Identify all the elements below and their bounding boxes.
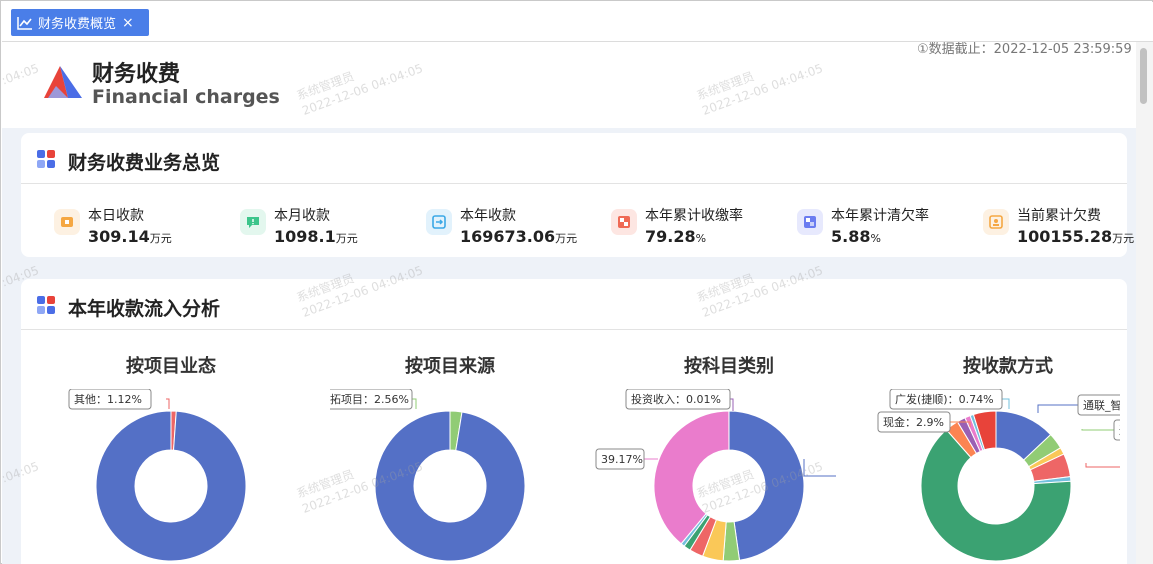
section-grid-icon <box>37 296 55 314</box>
stat-label: 当前累计欠费 <box>1017 208 1101 224</box>
refresh-icon <box>426 209 452 235</box>
slice-label: 通联_智 <box>1081 419 1136 441</box>
overview-card: 财务收费业务总览 本日收款 309.14万元 本月收款 1098.1万元 本年收款 169… <box>21 133 1134 257</box>
stat-unit: % <box>695 232 707 245</box>
donut-svg: 广发(捷顺)：0.74% 现金：2.9% 通联_智能POS机通联_智 POS <box>877 388 1136 562</box>
label-text: 通联_智 <box>1119 423 1120 437</box>
stat-label: 本年累计收缴率 <box>645 208 743 224</box>
label-leader-line <box>803 459 854 477</box>
stat-value: 5.88% <box>831 227 881 246</box>
stat-value: 309.14万元 <box>88 227 172 246</box>
label-text: 外拓项目：2.56% <box>330 392 409 406</box>
label-text: 广发(捷顺)：0.74% <box>895 392 994 406</box>
scrollbar-thumb[interactable] <box>1140 48 1147 104</box>
label-leader-line <box>1081 429 1114 431</box>
vertical-scrollbar[interactable] <box>1136 42 1153 564</box>
tab-financial-overview[interactable]: 财务收费概览 × <box>11 9 149 36</box>
stat-label: 本年收款 <box>460 208 516 224</box>
label-leader-line <box>1037 404 1078 413</box>
stat-number: 169673.06 <box>460 227 556 246</box>
grid-icon <box>611 209 637 235</box>
app-window: 财务收费概览 × 财务收费 Financial charges ①数据截止：20… <box>0 0 1153 564</box>
money-icon <box>54 209 80 235</box>
slice-label: 广发(捷顺)：0.74% <box>889 388 1010 410</box>
slice-label: 通联_智能POS机 <box>1037 394 1136 416</box>
inflow-title: 本年收款流入分析 <box>68 298 221 320</box>
stat-unit: 万元 <box>335 232 358 245</box>
square-icon <box>797 209 823 235</box>
chart-title-project-source: 按项目来源 <box>405 356 495 377</box>
stat-value: 1098.1万元 <box>274 227 358 246</box>
page-title: 财务收费 <box>92 62 181 87</box>
stat-number: 79.28 <box>645 227 696 246</box>
stat-unit: 万元 <box>1112 232 1135 245</box>
stat-number: 309.14 <box>88 227 150 246</box>
section-grid-icon <box>37 150 55 168</box>
label-leader-line <box>1085 463 1132 468</box>
inflow-card: 本年收款流入分析 按项目业态 按项目来源 按科目类别 按收款方式 其他：1.12… <box>21 279 1136 564</box>
label-leader-line <box>412 398 417 409</box>
slice-label: 投资收入：0.01% <box>625 388 734 411</box>
person-card-icon <box>983 209 1009 235</box>
overview-header: 财务收费业务总览 <box>21 133 1127 184</box>
label-text: 投资收入：0.01% <box>631 392 721 406</box>
donut-svg: 投资收入：0.01% 39.17% 房屋物管 <box>595 388 903 562</box>
chat-alert-icon <box>240 209 266 235</box>
stat-value: 100155.28万元 <box>1017 227 1134 246</box>
donut-chart[interactable]: 投资收入：0.01% 39.17% 房屋物管 <box>576 388 903 564</box>
stat-label: 本年累计清欠率 <box>831 208 929 224</box>
label-text: 其他：1.12% <box>74 393 142 406</box>
stat-number: 5.88 <box>831 227 871 246</box>
label-text: 通联_智能POS机 <box>1083 398 1120 412</box>
tab-label: 财务收费概览 <box>38 17 117 32</box>
label-leader-line <box>1002 398 1010 409</box>
stat-value: 169673.06万元 <box>460 227 577 246</box>
stat-unit: 万元 <box>555 232 578 245</box>
slice-label: POS <box>1085 456 1136 478</box>
slice-label: 39.17% <box>595 448 658 470</box>
data-cutoff-time: ①数据截止：2022-12-05 23:59:59 <box>917 42 1132 57</box>
donut-slice[interactable] <box>728 410 805 561</box>
label-text: 现金：2.9% <box>883 415 944 429</box>
donut-slice[interactable] <box>374 410 526 562</box>
brand-logo-icon <box>44 66 82 98</box>
stat-unit: 万元 <box>149 232 172 245</box>
tab-bar: 财务收费概览 × <box>2 2 1153 42</box>
inflow-header: 本年收款流入分析 <box>21 279 1127 330</box>
stat-number: 1098.1 <box>274 227 336 246</box>
donut-svg: 其他：1.12% <box>68 388 247 562</box>
stat-label: 本日收款 <box>88 208 144 224</box>
donut-slice[interactable] <box>95 410 247 562</box>
slice-label: 房屋物管 <box>803 459 903 487</box>
page-header: 财务收费 Financial charges ①数据截止：2022-12-05 … <box>2 42 1136 128</box>
stat-unit: % <box>870 232 881 245</box>
line-chart-icon <box>17 16 32 30</box>
donut-chart[interactable]: 外拓项目：2.56% <box>313 388 590 564</box>
chart-title-business-type: 按项目业态 <box>126 356 216 377</box>
chart-title-subject-category: 按科目类别 <box>684 356 774 377</box>
stat-label: 本月收款 <box>274 208 330 224</box>
label-leader-line <box>166 398 170 409</box>
label-text: 39.17% <box>601 453 643 466</box>
slice-label: 其他：1.12% <box>68 388 170 410</box>
slice-label: 外拓项目：2.56% <box>313 388 417 410</box>
dashboard-content: 财务收费 Financial charges ①数据截止：2022-12-05 … <box>2 42 1136 564</box>
stat-number: 100155.28 <box>1017 227 1113 246</box>
donut-chart[interactable]: 广发(捷顺)：0.74% 现金：2.9% 通联_智能POS机通联_智 POS <box>860 388 1136 564</box>
close-icon[interactable]: × <box>122 15 134 31</box>
stat-value: 79.28% <box>645 227 706 246</box>
donut-svg: 外拓项目：2.56% <box>313 388 526 562</box>
donut-chart[interactable]: 其他：1.12% <box>51 388 311 564</box>
page-subtitle: Financial charges <box>92 86 280 108</box>
chart-title-payment-method: 按收款方式 <box>963 356 1053 377</box>
overview-title: 财务收费业务总览 <box>68 152 221 174</box>
